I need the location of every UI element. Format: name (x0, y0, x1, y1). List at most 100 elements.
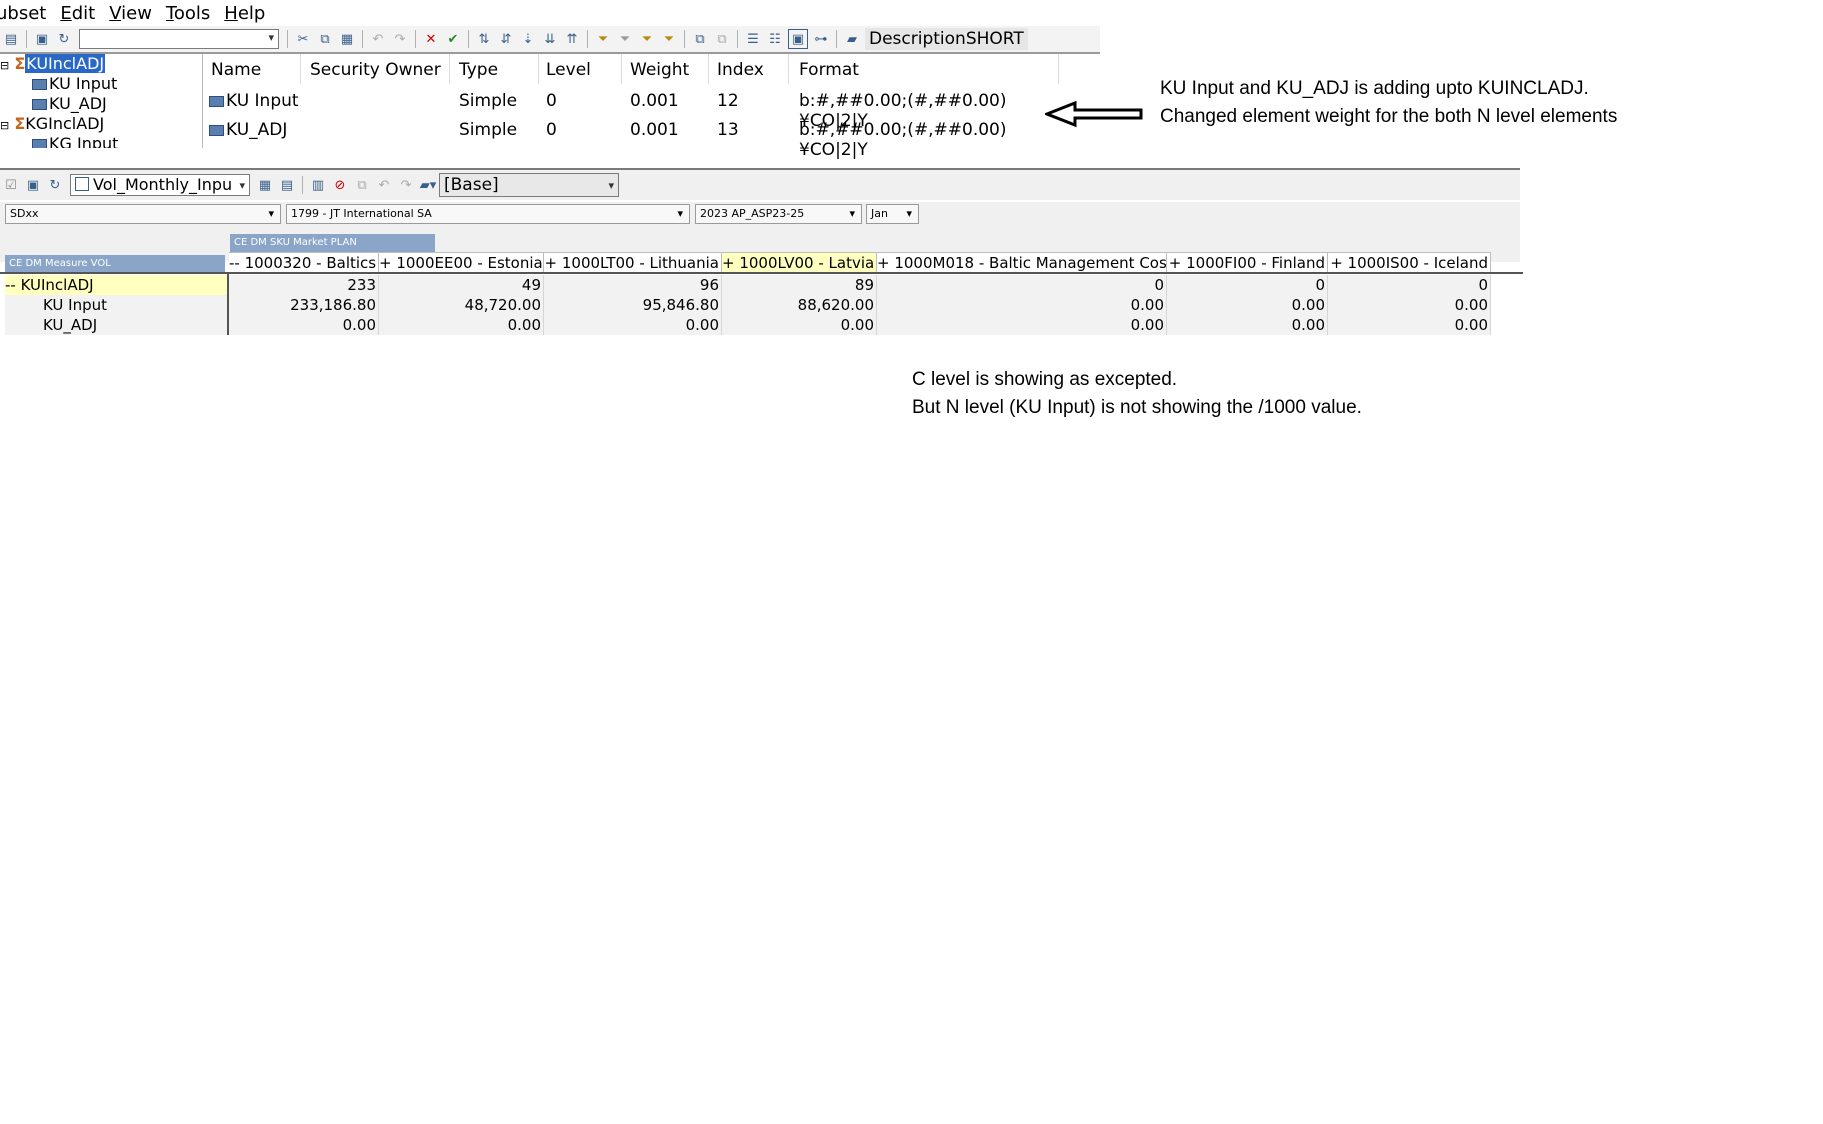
filter-icon[interactable]: ⏷ (594, 30, 612, 48)
alias-icon[interactable]: ▰ (843, 30, 861, 48)
keep-icon[interactable]: ✔ (444, 30, 462, 48)
col-header-type[interactable]: Type (459, 60, 498, 80)
title-dim-combo[interactable]: SDxx ▾ (5, 204, 281, 224)
row-header-ku-input[interactable]: KU Input (5, 295, 227, 315)
tree-view-icon[interactable]: ▣ (788, 29, 808, 49)
tree-node-ku-input[interactable]: KU Input (32, 74, 117, 93)
row-header-ku-adj[interactable]: KU_ADJ (5, 315, 227, 335)
view-icon (75, 177, 89, 191)
column-header[interactable]: + 1000LV00 - Latvia (722, 252, 877, 272)
subset-editor-toolbar: ▤ ▣ ↻ ▾ ✂ ⧉ ▦ ↶ ↷ ✕ ✔ ⇅ ⇵ ⇣ ⇊ ⇈ ⏷ ⏷ ⏷ ⏷ … (0, 26, 1100, 54)
insert-parent-icon[interactable]: ⧉ (713, 30, 731, 48)
paste-icon[interactable]: ▦ (338, 30, 356, 48)
col-header-weight[interactable]: Weight (630, 60, 689, 80)
hierarchy-icon[interactable]: ⊶ (812, 30, 830, 48)
undo-icon[interactable]: ↶ (375, 176, 393, 194)
column-header[interactable]: + 1000M018 - Baltic Management Cost (877, 252, 1167, 272)
view-format-icon[interactable]: ▤ (278, 176, 296, 194)
filter-level-icon[interactable]: ⏷ (616, 30, 634, 48)
data-cell[interactable]: 233 (229, 275, 379, 295)
data-cell[interactable]: 0.00 (1167, 315, 1328, 335)
menu-help[interactable]: Help (224, 3, 279, 24)
data-cell[interactable]: 0.00 (877, 295, 1167, 315)
data-cell[interactable]: 89 (722, 275, 877, 295)
menu-tools[interactable]: Tools (166, 3, 224, 24)
insert-element-icon[interactable]: ⧉ (691, 30, 709, 48)
filter-data-icon[interactable]: ⏷ (660, 30, 678, 48)
menu-view[interactable]: View (109, 3, 166, 24)
delete-icon[interactable]: ✕ (422, 30, 440, 48)
column-header[interactable]: + 1000FI00 - Finland (1167, 252, 1328, 272)
sort-hierarchy-icon[interactable]: ⇣ (519, 30, 537, 48)
data-cell[interactable]: 0 (1167, 275, 1328, 295)
col-header-level[interactable]: Level (546, 60, 591, 80)
save-view-icon[interactable]: ▣ (24, 176, 42, 194)
cut-icon[interactable]: ✂ (294, 30, 312, 48)
col-header-index[interactable]: Index (717, 60, 764, 80)
export-icon[interactable]: ▥ (309, 176, 327, 194)
sort-asc-icon[interactable]: ⇅ (475, 30, 493, 48)
row-header-kuincladj[interactable]: -- KUInclADJ (5, 275, 227, 295)
data-cell[interactable]: 0.00 (229, 315, 379, 335)
data-cell[interactable]: 0.00 (1167, 295, 1328, 315)
row-dimension-chip[interactable]: CE DM Measure VOL (5, 255, 225, 273)
tree-node-kgincladj[interactable]: ⊟ ΣKGInclADJ (0, 114, 104, 133)
data-cell[interactable]: 0 (877, 275, 1167, 295)
view-options-icon[interactable]: ▦ (256, 176, 274, 194)
data-cell[interactable]: 0.00 (1328, 295, 1491, 315)
sort-index-asc-icon[interactable]: ⇊ (541, 30, 559, 48)
data-cell[interactable]: 0.00 (544, 315, 722, 335)
data-cell[interactable]: 49 (379, 275, 544, 295)
title-dim-combo[interactable]: 2023 AP_ASP23-25 ▾ (695, 204, 862, 224)
col-header-name[interactable]: Name (211, 60, 261, 80)
column-header[interactable]: -- 1000320 - Baltics (229, 252, 379, 272)
save-icon[interactable]: ▣ (33, 30, 51, 48)
data-cell[interactable]: 233,186.80 (229, 295, 379, 315)
collapse-toggle-icon[interactable]: ⊟ (0, 59, 9, 72)
expand-icon[interactable]: ☰ (744, 30, 762, 48)
col-header-format[interactable]: Format (799, 60, 859, 80)
sort-desc-icon[interactable]: ⇵ (497, 30, 515, 48)
subset-tree: ⊟ ΣKUInclADJ KU Input KU_ADJ ⊟ ΣKGInclAD… (0, 54, 200, 148)
data-cell[interactable]: 88,620.00 (722, 295, 877, 315)
alias-display-field[interactable]: DescriptionSHORT (865, 28, 1028, 50)
collapse-toggle-icon[interactable]: ⊟ (0, 119, 9, 132)
title-dim-combo[interactable]: Jan ▾ (866, 204, 919, 224)
subset-name-combo[interactable]: ▾ (79, 29, 279, 49)
data-cell[interactable]: 96 (544, 275, 722, 295)
column-header[interactable]: + 1000LT00 - Lithuania (544, 252, 722, 272)
redo-icon[interactable]: ↷ (397, 176, 415, 194)
view-name-combo[interactable]: Vol_Monthly_Inpu ▾ (70, 174, 250, 196)
recalculate-icon[interactable]: ↻ (46, 176, 64, 194)
stop-icon[interactable]: ⊘ (331, 176, 349, 194)
tree-node-kuincladj[interactable]: ⊟ ΣKUInclADJ (0, 54, 106, 73)
undo-icon[interactable]: ↶ (369, 30, 387, 48)
data-cell[interactable]: 0.00 (877, 315, 1167, 335)
data-cell[interactable]: 0.00 (722, 315, 877, 335)
column-dimension-chip[interactable]: CE DM SKU Market PLAN (230, 234, 435, 252)
filter-attribute-icon[interactable]: ⏷ (638, 30, 656, 48)
sandbox-combo[interactable]: [Base] ▾ (439, 173, 619, 197)
data-cell[interactable]: 48,720.00 (379, 295, 544, 315)
menu-subset[interactable]: ubset (0, 3, 60, 24)
tree-node-kg-input[interactable]: KG Input (32, 134, 118, 148)
save-as-icon[interactable]: ↻ (55, 30, 73, 48)
sort-index-desc-icon[interactable]: ⇈ (563, 30, 581, 48)
auto-recalc-icon[interactable]: ☑ (2, 176, 20, 194)
menu-edit[interactable]: Edit (60, 3, 109, 24)
column-header[interactable]: + 1000IS00 - Iceland (1328, 252, 1491, 272)
title-dim-combo[interactable]: 1799 - JT International SA ▾ (286, 204, 690, 224)
data-cell[interactable]: 0.00 (379, 315, 544, 335)
redo-icon[interactable]: ↷ (391, 30, 409, 48)
data-cell[interactable]: 0 (1328, 275, 1491, 295)
copy-icon[interactable]: ⧉ (316, 30, 334, 48)
col-header-security-owner[interactable]: Security Owner (310, 60, 441, 80)
sandbox-icon[interactable]: ⧉ (353, 176, 371, 194)
data-cell[interactable]: 0.00 (1328, 315, 1491, 335)
collapse-icon[interactable]: ☷ (766, 30, 784, 48)
sandbox-menu-icon[interactable]: ▰▾ (419, 176, 437, 194)
column-header[interactable]: + 1000EE00 - Estonia (379, 252, 544, 272)
tree-node-ku-adj[interactable]: KU_ADJ (32, 94, 107, 113)
data-cell[interactable]: 95,846.80 (544, 295, 722, 315)
paste-icon[interactable]: ▤ (2, 30, 20, 48)
